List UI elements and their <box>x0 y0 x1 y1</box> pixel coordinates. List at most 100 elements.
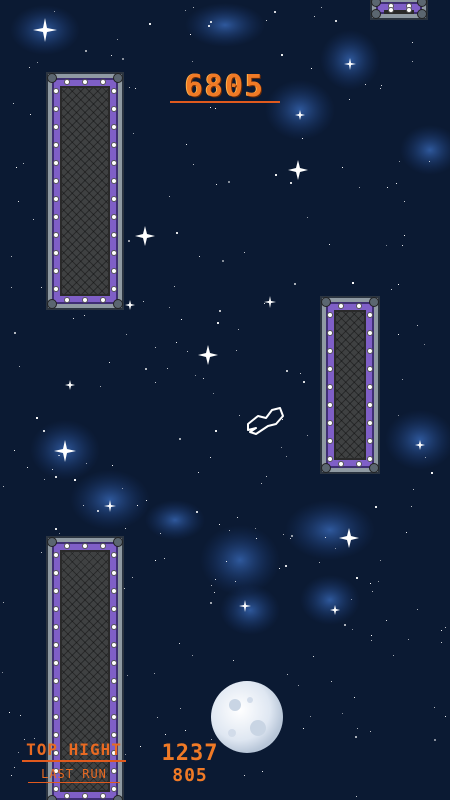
rivet <box>53 286 59 292</box>
bolt <box>47 73 57 83</box>
star-dot <box>417 325 418 326</box>
star-dot <box>244 252 245 253</box>
star-dot <box>311 68 312 69</box>
star-dot <box>286 370 288 372</box>
star-dot <box>229 530 230 531</box>
star-dot <box>155 347 156 348</box>
rivet <box>53 606 59 612</box>
star-dot <box>174 286 175 287</box>
star-dot <box>125 528 126 529</box>
star-dot <box>117 39 118 40</box>
star-dot <box>58 455 59 456</box>
rivet <box>367 402 373 408</box>
star-dot <box>412 61 413 62</box>
star-dot <box>210 457 211 458</box>
score-underline <box>170 101 280 103</box>
star-dot <box>112 465 113 466</box>
rivet <box>111 160 117 166</box>
star-dot <box>434 739 436 741</box>
bolt <box>113 73 123 83</box>
star-dot <box>132 577 133 578</box>
star-dot <box>356 577 358 579</box>
star-dot <box>155 560 156 561</box>
rivet <box>111 552 117 558</box>
star-dot <box>16 167 17 168</box>
rivet <box>53 160 59 166</box>
rivet <box>356 303 362 309</box>
star-dot <box>375 506 377 508</box>
star-dot <box>37 62 38 63</box>
star-dot <box>165 734 166 735</box>
rivet <box>82 79 88 85</box>
star-dot <box>329 244 330 245</box>
rivet <box>111 88 117 94</box>
rivet <box>111 606 117 612</box>
star-dot <box>365 84 366 85</box>
star-dot <box>402 379 403 380</box>
star-dot <box>55 528 57 530</box>
star-dot <box>412 42 413 43</box>
star-dot <box>406 532 407 533</box>
star-dot <box>393 655 394 656</box>
star-dot <box>11 287 12 288</box>
star-dot <box>179 438 181 440</box>
star-dot <box>208 25 210 27</box>
rivet <box>367 330 373 336</box>
star-dot <box>411 506 412 507</box>
bolt <box>47 537 57 547</box>
star-dot <box>303 728 304 729</box>
game-canvas[interactable]: 6805 TOP HIGHT LAST RUN 1237 805 <box>0 0 450 800</box>
star-dot <box>14 450 15 451</box>
star-dot <box>313 656 314 657</box>
star-dot <box>219 310 221 312</box>
star-dot <box>287 674 288 675</box>
star-dot <box>298 685 299 686</box>
rivet <box>53 142 59 148</box>
star-dot <box>355 736 357 738</box>
star-dot <box>74 479 76 481</box>
star-dot <box>216 184 217 185</box>
star-dot <box>408 639 409 640</box>
star-dot <box>149 23 151 25</box>
star-dot <box>211 585 212 586</box>
star-dot <box>238 329 239 330</box>
star-dot <box>124 588 125 589</box>
star-dot <box>193 164 194 165</box>
bolt <box>47 299 57 309</box>
rivet <box>367 456 373 462</box>
star-dot <box>264 303 265 304</box>
star-dot <box>386 245 387 246</box>
rivet <box>111 624 117 630</box>
star-dot <box>27 467 28 468</box>
star-dot <box>195 375 196 376</box>
rivet <box>64 543 70 549</box>
star-dot <box>321 7 322 8</box>
score-display: 6805 <box>184 69 266 104</box>
star-dot <box>396 183 397 184</box>
rivet <box>64 297 70 303</box>
rivet <box>327 456 333 462</box>
rivet <box>111 286 117 292</box>
star-dot <box>378 581 379 582</box>
star-dot <box>303 381 305 383</box>
star-dot <box>274 11 276 13</box>
bolt <box>369 463 379 473</box>
star-dot <box>192 61 193 62</box>
star-dot <box>255 528 256 529</box>
star-dot <box>84 315 85 316</box>
star-dot <box>85 50 87 52</box>
star-dot <box>193 7 194 8</box>
star-dot <box>128 240 130 242</box>
star-dot <box>126 334 127 335</box>
star-dot <box>391 289 392 290</box>
star-dot <box>55 476 57 478</box>
star-dot <box>342 167 343 168</box>
star-dot <box>146 500 147 501</box>
star-dot <box>371 635 372 636</box>
bolt <box>321 297 331 307</box>
star-dot <box>127 675 128 676</box>
star-dot <box>335 20 337 22</box>
star-dot <box>314 16 315 17</box>
rivet <box>53 714 59 720</box>
rivet <box>100 793 106 799</box>
